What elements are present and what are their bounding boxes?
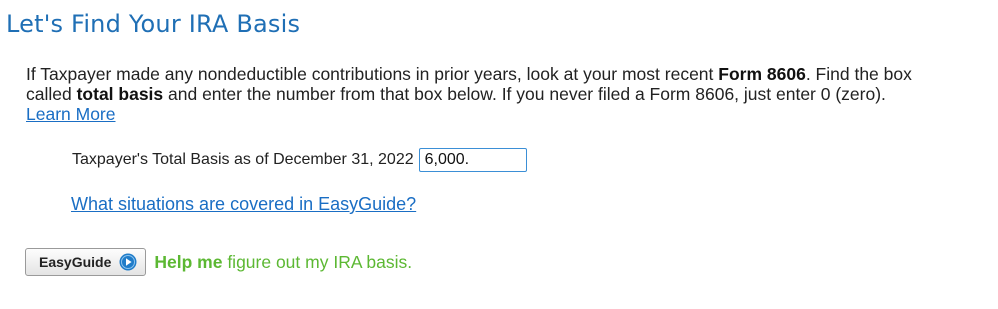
easyguide-row: EasyGuide Help me figure out my IRA basi… (25, 248, 412, 276)
help-me-bold: Help me (154, 251, 223, 272)
play-circle-icon (119, 253, 137, 271)
total-basis-row: Taxpayer's Total Basis as of December 31… (72, 146, 527, 174)
intro-text-3: and enter the number from that box below… (163, 84, 886, 104)
intro-paragraph: If Taxpayer made any nondeductible contr… (26, 64, 926, 124)
total-basis-input[interactable] (418, 148, 527, 172)
intro-form-name: Form 8606 (718, 64, 806, 84)
page: Let's Find Your IRA Basis If Taxpayer ma… (0, 0, 998, 309)
intro-text-1: If Taxpayer made any nondeductible contr… (26, 64, 719, 84)
easyguide-button[interactable]: EasyGuide (25, 248, 147, 276)
total-basis-label: Taxpayer's Total Basis as of December 31… (72, 151, 414, 168)
learn-more-link[interactable]: Learn More (26, 104, 116, 124)
situations-covered-link[interactable]: What situations are covered in EasyGuide… (71, 194, 416, 215)
easyguide-help-text: Help me figure out my IRA basis. (154, 252, 412, 273)
page-title: Let's Find Your IRA Basis (6, 10, 301, 38)
intro-total-basis: total basis (76, 84, 164, 104)
easyguide-button-label: EasyGuide (39, 254, 112, 270)
help-rest-text: figure out my IRA basis. (222, 251, 413, 272)
